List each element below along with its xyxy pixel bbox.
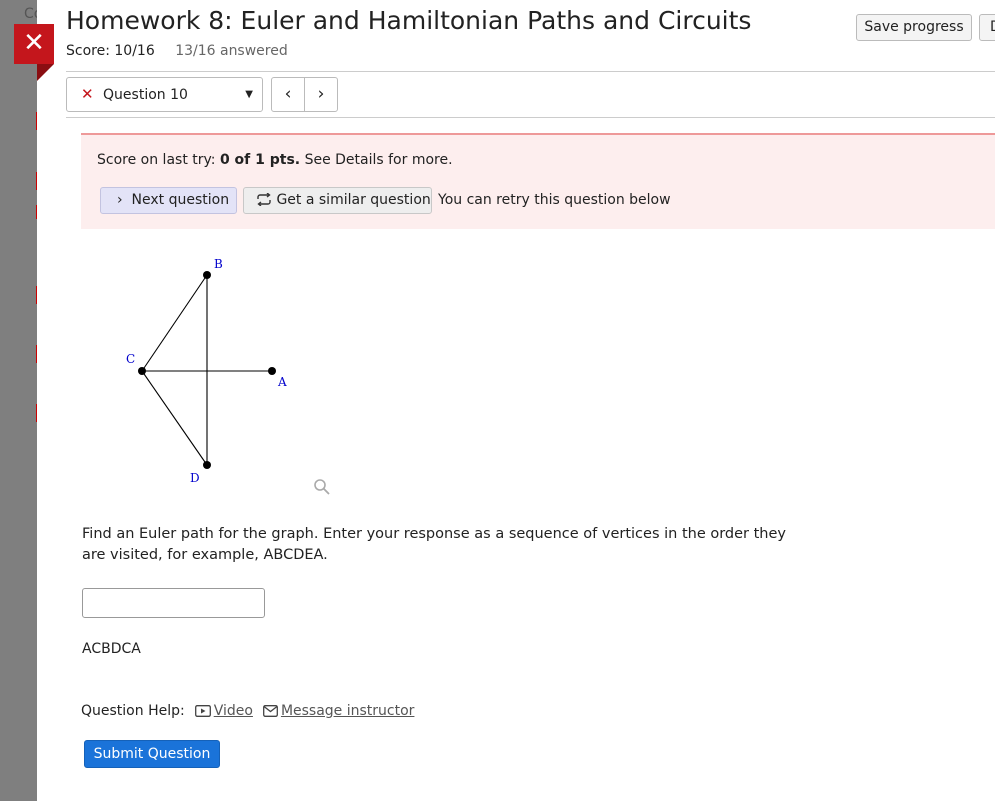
last-try-prefix: Score on last try:: [97, 152, 220, 168]
chevron-left-icon: ‹: [284, 84, 292, 104]
close-icon: ✕: [23, 28, 45, 58]
vertex-label-b: B: [214, 257, 223, 271]
question-select-value: Question 10: [103, 87, 188, 103]
video-link-label: Video: [213, 703, 253, 719]
incorrect-icon: ✕: [81, 85, 94, 103]
zoom-icon[interactable]: [313, 478, 331, 496]
next-question-arrow-button[interactable]: ›: [304, 77, 338, 112]
details-button[interactable]: D: [979, 14, 995, 41]
message-instructor-link[interactable]: Message instructor: [262, 703, 415, 719]
vertex-label-c: C: [126, 352, 135, 366]
answered-count: 13/16 answered: [175, 43, 288, 59]
message-instructor-label: Message instructor: [280, 703, 415, 719]
envelope-icon: [262, 705, 278, 717]
last-try-suffix: See Details for more.: [300, 152, 453, 168]
similar-question-button[interactable]: Get a similar question: [243, 187, 432, 214]
next-question-button[interactable]: › Next question: [100, 187, 237, 214]
video-link[interactable]: Video: [194, 703, 253, 719]
feedback-panel: Score on last try: 0 of 1 pts. See Detai…: [81, 133, 995, 229]
score-summary: Score: 10/16 13/16 answered: [66, 43, 288, 59]
close-button[interactable]: ✕: [14, 24, 54, 81]
divider: [66, 71, 995, 72]
vertex-label-a: A: [277, 375, 287, 389]
previous-question-button[interactable]: ‹: [271, 77, 305, 112]
graph-edge-cb: [141, 274, 208, 372]
question-help: Question Help: Video Message instructor: [81, 703, 414, 719]
chevron-right-icon: ›: [317, 84, 325, 104]
chevron-right-icon: ›: [117, 192, 123, 208]
question-select[interactable]: ✕ Question 10 ▼: [66, 77, 263, 112]
vertex-label-d: D: [190, 471, 200, 485]
euler-graph: B C A D: [126, 257, 287, 485]
previous-answer: ACBDCA: [82, 641, 141, 657]
vertex-c: [138, 367, 146, 375]
vertex-a: [268, 367, 276, 375]
score-text: Score: 10/16: [66, 43, 155, 59]
repeat-icon: [257, 192, 271, 207]
video-icon: [194, 705, 211, 717]
submit-question-button[interactable]: Submit Question: [84, 740, 220, 768]
vertex-b: [203, 271, 211, 279]
save-progress-button[interactable]: Save progress: [856, 14, 972, 41]
question-help-label: Question Help:: [81, 703, 185, 719]
divider: [66, 117, 995, 118]
answer-input[interactable]: [82, 588, 265, 618]
vertex-d: [203, 461, 211, 469]
page-title: Homework 8: Euler and Hamiltonian Paths …: [66, 6, 752, 35]
graph-edge-cd: [141, 370, 208, 466]
next-question-label: Next question: [131, 192, 230, 208]
last-try-score: Score on last try: 0 of 1 pts. See Detai…: [97, 152, 453, 168]
question-prompt: Find an Euler path for the graph. Enter …: [82, 526, 787, 563]
last-try-value: 0 of 1 pts.: [219, 152, 301, 168]
retry-message: You can retry this question below: [438, 192, 671, 208]
similar-question-label: Get a similar question: [276, 192, 431, 208]
caret-down-icon: ▼: [245, 89, 253, 100]
